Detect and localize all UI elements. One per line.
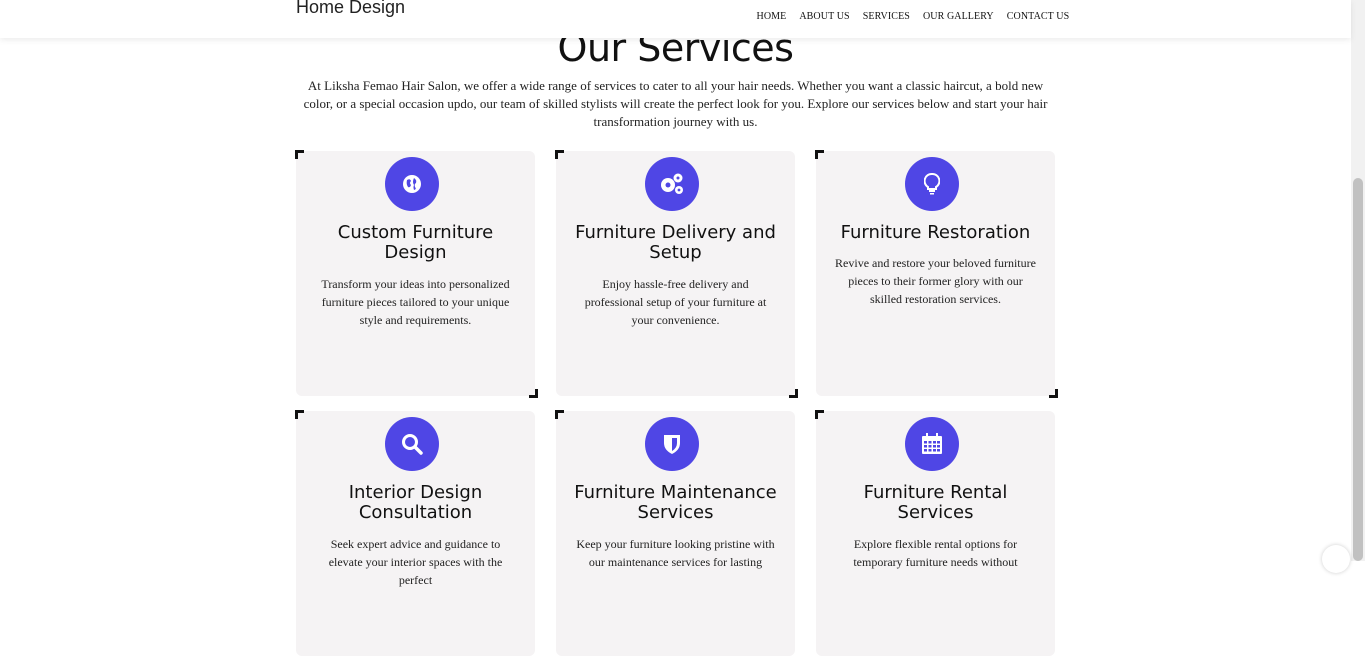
card-corner-decoration <box>815 410 824 419</box>
card-description: Enjoy hassle-free delivery and professio… <box>584 277 767 327</box>
card-description: Revive and restore your beloved furnitur… <box>835 256 1036 306</box>
card-description: Transform your ideas into personalized f… <box>321 277 510 327</box>
scrollbar-thumb[interactable] <box>1353 178 1363 561</box>
service-card-delivery[interactable]: Furniture Delivery and Setup Enjoy hassl… <box>555 150 798 398</box>
card-title: Furniture Rental Services <box>863 482 1008 523</box>
service-card-rental[interactable]: Furniture Rental Services Explore flexib… <box>815 410 1055 656</box>
card-corner-decoration <box>815 150 824 159</box>
card-title: Custom Furniture Design <box>337 222 494 263</box>
globe-icon <box>385 157 439 211</box>
chat-widget-button[interactable] <box>1322 545 1350 573</box>
search-icon <box>385 417 439 471</box>
card-corner-decoration <box>555 410 564 419</box>
nav-about-us[interactable]: ABOUT US <box>793 11 856 23</box>
gears-icon <box>645 157 699 211</box>
card-corner-decoration <box>1049 389 1058 398</box>
card-description: Seek expert advice and guidance to eleva… <box>328 537 503 587</box>
shield-icon <box>645 417 699 471</box>
card-title: Furniture Maintenance Services <box>574 482 777 523</box>
nav-our-gallery[interactable]: OUR GALLERY <box>916 11 1000 23</box>
card-corner-decoration <box>529 389 538 398</box>
nav-home[interactable]: HOME <box>750 11 793 23</box>
site-logo[interactable]: Home Design <box>296 0 405 18</box>
site-header: Home Design HOME ABOUT US SERVICES OUR G… <box>0 0 1351 38</box>
service-card-consultation[interactable]: Interior Design Consultation Seek expert… <box>295 410 535 656</box>
card-corner-decoration <box>295 150 304 159</box>
card-description: Keep your furniture looking pristine wit… <box>576 537 775 569</box>
service-card-maintenance[interactable]: Furniture Maintenance Services Keep your… <box>555 410 795 656</box>
card-corner-decoration <box>295 410 304 419</box>
services-intro: At Liksha Femao Hair Salon, we offer a w… <box>303 78 1048 129</box>
card-corner-decoration <box>789 389 798 398</box>
calendar-icon <box>905 417 959 471</box>
main-nav: HOME ABOUT US SERVICES OUR GALLERY CONTA… <box>750 11 1076 23</box>
card-title: Interior Design Consultation <box>348 482 483 523</box>
card-title: Furniture Restoration <box>840 222 1031 243</box>
lightbulb-icon <box>905 157 959 211</box>
nav-services[interactable]: SERVICES <box>856 11 916 23</box>
service-card-custom-design[interactable]: Custom Furniture Design Transform your i… <box>295 150 538 398</box>
page-scrollbar[interactable] <box>1351 0 1365 561</box>
card-corner-decoration <box>555 150 564 159</box>
card-title: Furniture Delivery and Setup <box>575 222 776 263</box>
service-card-restoration[interactable]: Furniture Restoration Revive and restore… <box>815 150 1058 398</box>
nav-contact-us[interactable]: CONTACT US <box>1000 11 1076 23</box>
card-description: Explore flexible rental options for temp… <box>853 537 1018 569</box>
